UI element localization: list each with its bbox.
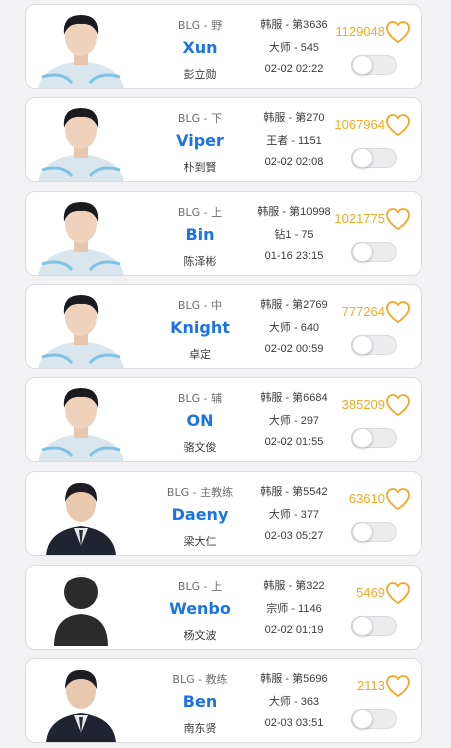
player-tier: 大师 - 297	[268, 415, 320, 427]
player-card[interactable]: BLG - 辅 ON 骆文俊 韩服 - 第6684 大师 - 297 02-02 01:5…	[25, 377, 422, 462]
heart-icon[interactable]	[385, 207, 411, 231]
player-avatar	[32, 100, 130, 181]
player-tier: 大师 - 640	[268, 322, 320, 334]
player-card[interactable]: BLG - 上 Bin 陈泽彬 韩服 - 第10998 钻1 - 75 01-16 23:…	[25, 191, 422, 276]
server-rank: 韩服 - 第322	[263, 580, 325, 592]
follow-toggle[interactable]	[351, 522, 397, 542]
heart-icon[interactable]	[385, 393, 411, 417]
last-active-time: 02-02 00:59	[264, 343, 324, 355]
follow-toggle[interactable]	[351, 709, 397, 729]
heart-icon[interactable]	[385, 487, 411, 511]
heart-icon[interactable]	[385, 300, 411, 324]
toggle-knob	[352, 709, 373, 729]
player-card[interactable]: BLG - 下 Viper 朴到賢 韩服 - 第270 王者 - 1151 02-02 0…	[25, 97, 422, 182]
last-active-time: 02-03 05:27	[264, 530, 324, 542]
player-card[interactable]: BLG - 主教练 Daeny 梁大仁 韩服 - 第5542 大师 - 377 02-03…	[25, 471, 422, 556]
heart-icon[interactable]	[385, 113, 411, 137]
last-active-time: 02-02 02:22	[264, 63, 324, 75]
last-active-time: 02-03 03:51	[264, 717, 324, 729]
toggle-knob	[352, 242, 373, 262]
player-avatar	[32, 474, 130, 555]
toggle-knob	[352, 55, 373, 75]
player-card[interactable]: BLG - 上 Wenbo 杨文波 韩服 - 第322 宗师 - 1146 02-02 0…	[25, 565, 422, 650]
like-count: 1067964	[334, 117, 385, 132]
heart-icon[interactable]	[385, 20, 411, 44]
player-tier: 钻1 - 75	[274, 229, 314, 241]
toggle-knob	[352, 148, 373, 168]
server-rank: 韩服 - 第6684	[260, 392, 328, 404]
follow-toggle[interactable]	[351, 55, 397, 75]
follow-toggle[interactable]	[351, 616, 397, 636]
server-rank: 韩服 - 第5696	[260, 673, 328, 685]
follow-toggle[interactable]	[351, 335, 397, 355]
player-avatar	[32, 661, 130, 742]
player-tier: 宗师 - 1146	[266, 603, 322, 615]
player-avatar	[32, 7, 130, 88]
heart-icon[interactable]	[385, 674, 411, 698]
server-rank: 韩服 - 第2769	[260, 299, 328, 311]
player-avatar	[32, 380, 130, 461]
player-avatar	[32, 194, 130, 275]
player-card[interactable]: BLG - 中 Knight 卓定 韩服 - 第2769 大师 - 640 02-02 0…	[25, 284, 422, 369]
server-rank: 韩服 - 第270	[263, 112, 325, 124]
server-rank: 韩服 - 第10998	[257, 206, 331, 218]
player-tier: 大师 - 545	[268, 42, 320, 54]
player-avatar	[32, 287, 130, 368]
server-rank: 韩服 - 第3636	[260, 19, 328, 31]
follow-toggle[interactable]	[351, 148, 397, 168]
like-count: 1129048	[335, 24, 385, 39]
toggle-knob	[352, 616, 373, 636]
toggle-knob	[352, 335, 373, 355]
player-card[interactable]: BLG - 教练 Ben 南东贤 韩服 - 第5696 大师 - 363 02-03 03…	[25, 658, 422, 743]
last-active-time: 01-16 23:15	[264, 250, 324, 262]
follow-toggle[interactable]	[351, 242, 397, 262]
like-count: 2113	[357, 678, 385, 693]
toggle-knob	[352, 522, 373, 542]
player-card[interactable]: BLG - 野 Xun 彭立勋 韩服 - 第3636 大师 - 545 02-02 02:…	[25, 4, 422, 89]
like-count: 385209	[341, 397, 385, 412]
player-avatar	[32, 568, 130, 649]
toggle-knob	[352, 428, 373, 448]
like-count: 5469	[356, 585, 385, 600]
last-active-time: 02-02 02:08	[264, 156, 324, 168]
like-count: 777264	[341, 304, 385, 319]
like-count: 1021775	[334, 211, 385, 226]
last-active-time: 02-02 01:55	[264, 436, 324, 448]
like-count: 63610	[348, 491, 385, 506]
heart-icon[interactable]	[385, 581, 411, 605]
player-tier: 大师 - 363	[268, 696, 320, 708]
follow-toggle[interactable]	[351, 428, 397, 448]
server-rank: 韩服 - 第5542	[260, 486, 328, 498]
last-active-time: 02-02 01:19	[264, 624, 324, 636]
player-tier: 大师 - 377	[268, 509, 320, 521]
player-tier: 王者 - 1151	[266, 135, 322, 147]
